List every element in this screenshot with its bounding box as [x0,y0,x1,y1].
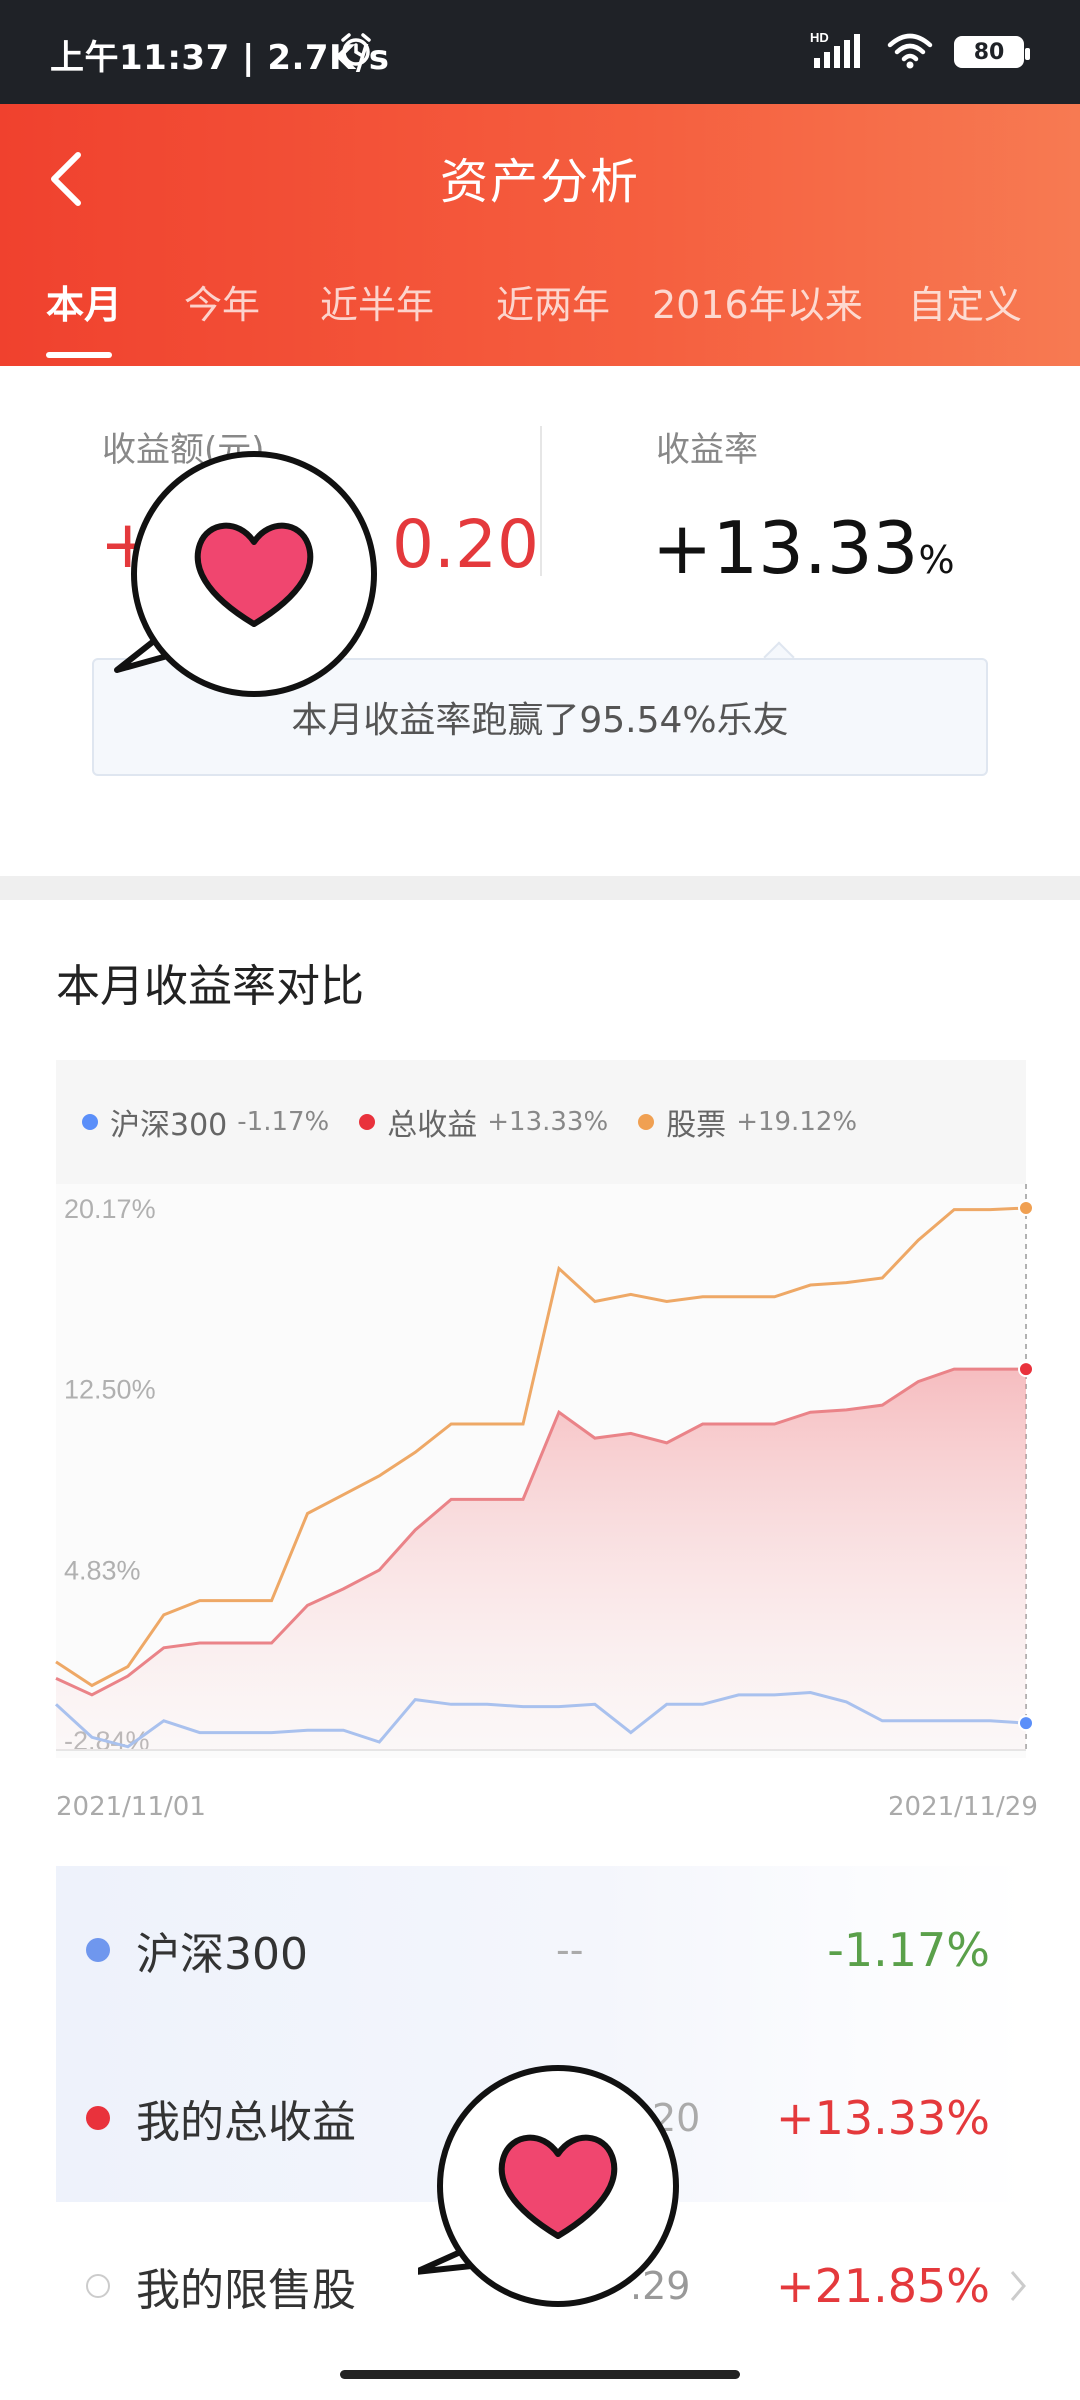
network-label: HD [810,30,829,45]
tab-custom[interactable]: 自定义 [908,274,1022,329]
wifi-icon [886,31,934,73]
tab-half-year[interactable]: 近半年 [320,274,434,329]
row-mid-value: -- [556,1928,584,1972]
row-value: +21.85% [776,2259,990,2313]
y-tick-label: 20.17% [64,1194,156,1224]
alarm-icon [338,32,374,72]
row-value: +13.33% [776,2091,990,2145]
chart-legend: 沪深300 -1.17% 总收益 +13.33% 股票 +19.12% [56,1060,1026,1184]
home-indicator[interactable] [340,2370,740,2379]
tab-this-year[interactable]: 今年 [184,274,260,329]
legend-value: +19.12% [736,1107,858,1137]
period-tabs: 本月 今年 近半年 近两年 2016年以来 自定义 [0,274,1080,354]
heart-sticker-icon [418,2065,679,2307]
legend-name: 股票 [666,1108,727,1143]
legend-name: 总收益 [387,1108,478,1143]
status-bar: 上午11:37 | 2.7K/s HD 80 [0,0,1080,104]
line-chart: 20.17%12.50%4.83%-2.84% [54,1184,1034,1758]
legend-item-hs300[interactable]: 沪深300 -1.17% [82,1100,329,1144]
legend-dot [638,1114,655,1130]
row-name: 我的总收益 [136,2097,356,2148]
tab-two-years[interactable]: 近两年 [496,274,610,329]
y-tick-label: 4.83% [64,1555,141,1585]
legend-value: +13.33% [487,1107,609,1137]
summary-divider [540,426,542,576]
comparison-title: 本月收益率对比 [56,961,364,1012]
row-name: 沪深300 [136,1929,308,1980]
row-dot [86,2106,110,2130]
x-axis-end-date: 2021/11/29 [888,1792,1038,1822]
heart-sticker-icon [114,451,377,697]
row-value: -1.17% [827,1923,990,1977]
legend-item-stock[interactable]: 股票 +19.12% [638,1100,857,1144]
y-tick-label: 12.50% [64,1375,156,1405]
list-item-hs300[interactable]: 沪深300 -- -1.17% [56,1866,1026,2034]
legend-item-total[interactable]: 总收益 +13.33% [359,1100,608,1144]
series-endpoint-2 [1018,1200,1034,1216]
chevron-right-icon[interactable] [1008,2268,1028,2304]
row-dot [86,2274,110,2298]
series-endpoint-0 [1018,1715,1034,1732]
row-dot [86,1938,110,1962]
page-title: 资产分析 [439,154,640,210]
legend-dot [82,1114,98,1130]
rate-label: 收益率 [656,430,758,470]
legend-dot [359,1114,376,1130]
battery-icon: 80 [954,36,1030,68]
return-comparison-chart[interactable]: 20.17%12.50%4.83%-2.84% 2021/11/01 2021/… [0,1184,1080,1824]
app-header: 资产分析 本月 今年 近半年 近两年 2016年以来 自定义 [0,104,1080,366]
profit-value-end: 0.20 [392,506,539,583]
signal-icon: HD [810,30,866,74]
tab-this-month[interactable]: 本月 [46,274,122,329]
section-separator [0,876,1080,900]
x-axis-start-date: 2021/11/01 [56,1792,206,1822]
rate-unit: % [918,538,955,582]
rate-number: +13.33 [652,506,919,590]
legend-name: 沪深300 [110,1108,228,1143]
legend-value: -1.17% [237,1107,330,1137]
active-tab-indicator [46,352,112,358]
tab-since-2016[interactable]: 2016年以来 [652,274,863,329]
rate-value: +13.33% [652,506,955,590]
row-name: 我的限售股 [136,2265,356,2316]
series-endpoint-1 [1018,1361,1034,1378]
